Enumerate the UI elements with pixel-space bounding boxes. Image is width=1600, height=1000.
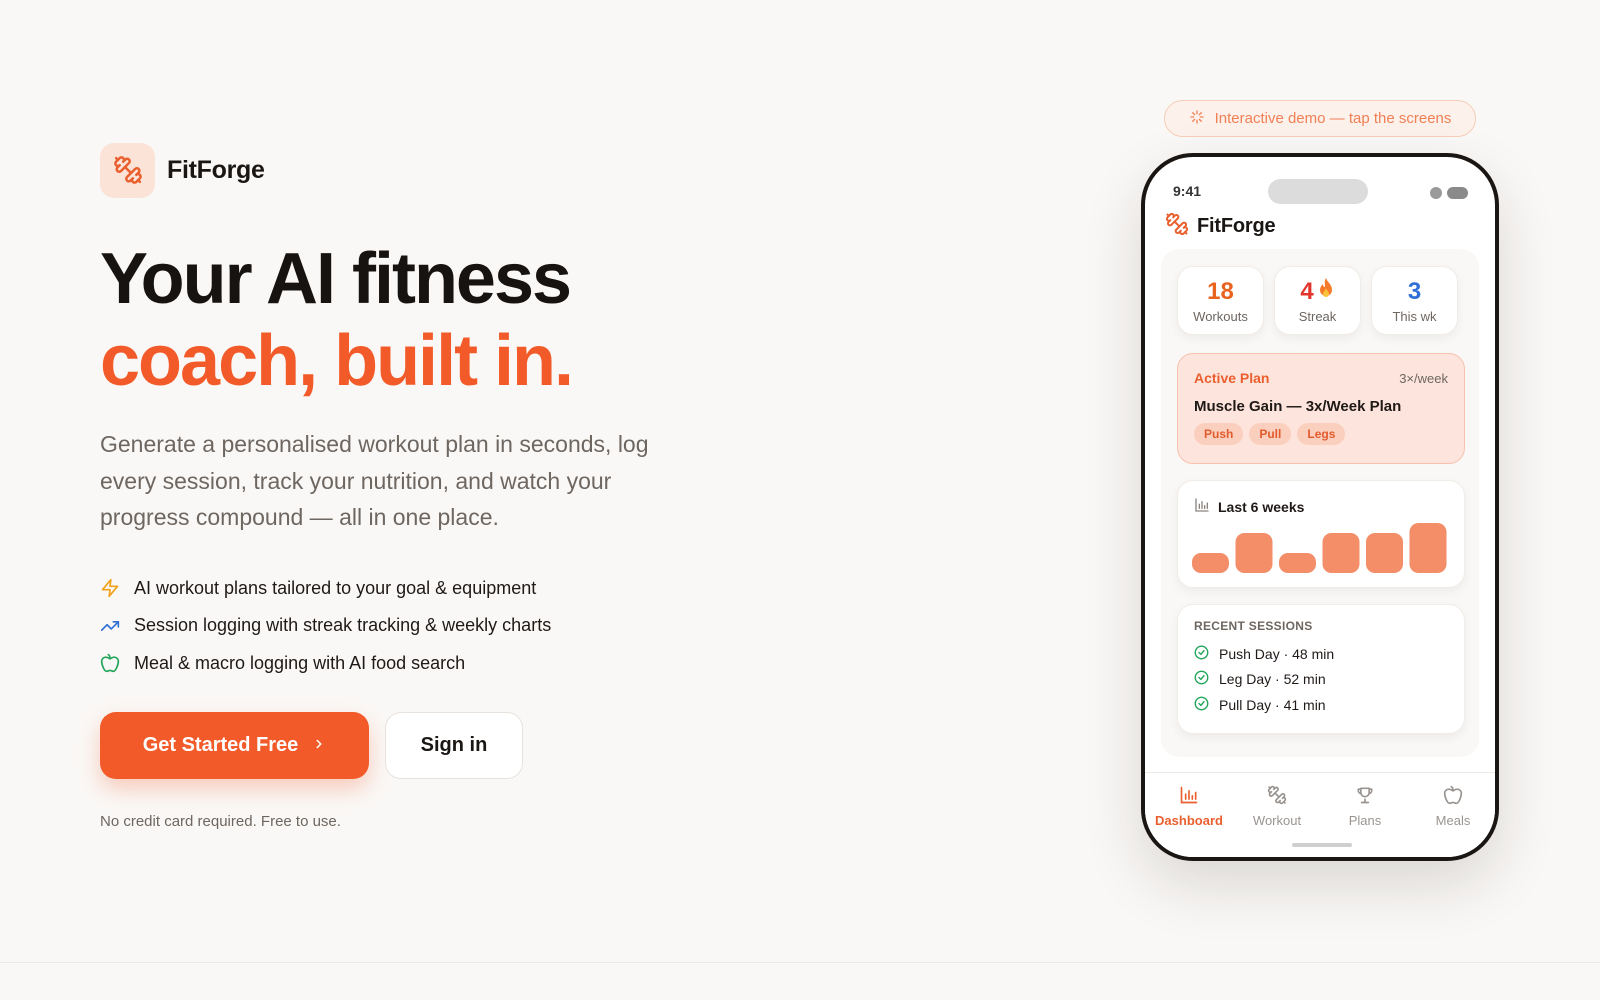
feature-text: AI workout plans tailored to your goal &… [134,577,537,598]
battery-icon [1447,187,1468,199]
active-plan-card[interactable]: Active Plan 3×/week Muscle Gain — 3x/Wee… [1177,353,1465,464]
hero-headline: Your AI fitness coach, built in. [100,238,660,402]
cta-group: Get Started Free Sign in [100,712,660,779]
chip-legs: Legs [1297,423,1346,445]
weekly-bars [1192,523,1447,573]
week-bar [1235,533,1273,573]
demo-pill-text: Interactive demo — tap the screens [1214,110,1452,127]
status-bar: 9:41 [1145,179,1495,205]
week-bar [1322,533,1360,573]
feature-text: Meal & macro logging with AI food search [134,652,466,673]
stat-label: Streak [1298,309,1337,324]
hero-section: FitForge Your AI fitness coach, built in… [100,142,660,830]
tab-label: Plans [1348,813,1382,828]
recent-sessions-card: RECENT SESSIONS Push Day · 48 min Leg Da… [1177,604,1465,734]
session-text: Pull Day · 41 min [1219,696,1326,713]
dumbbell-icon [1267,785,1287,808]
dynamic-island [1268,179,1368,204]
home-indicator [1292,843,1352,847]
stat-label: This wk [1392,308,1437,324]
feature-item: Meal & macro logging with AI food search [100,645,660,683]
trending-up-icon [100,616,120,636]
chevron-right-icon [312,734,326,757]
headline-line-2: coach, built in. [100,321,574,401]
recent-sessions-title: RECENT SESSIONS [1194,619,1313,633]
tab-meals[interactable]: Meals [1409,785,1495,828]
brand-name: FitForge [167,155,265,184]
session-item[interactable]: Push Day · 48 min [1194,641,1448,667]
trophy-icon [1355,785,1375,808]
chip-push: Push [1194,423,1244,445]
feature-item: AI workout plans tailored to your goal &… [100,570,660,608]
session-item[interactable]: Leg Day · 52 min [1194,667,1448,693]
interactive-demo-pill: Interactive demo — tap the screens [1164,100,1476,137]
stat-value-wrap: 4 [1300,277,1334,306]
app-header: FitForge [1165,212,1276,241]
sign-in-button[interactable]: Sign in [385,712,523,779]
dumbbell-icon [100,142,155,198]
camera-dot-icon [1430,187,1442,199]
apple-icon [100,653,120,673]
get-started-button[interactable]: Get Started Free [100,712,369,779]
feature-item: Session logging with streak tracking & w… [100,607,660,645]
tab-label: Workout [1252,813,1302,828]
stat-this-week[interactable]: 3 This wk [1371,266,1458,335]
bar-chart-icon [1179,785,1199,808]
get-started-label: Get Started Free [142,734,299,756]
dumbbell-icon [1165,212,1189,241]
tab-label: Dashboard [1155,813,1223,828]
week-bar [1192,553,1229,573]
tab-label: Meals [1435,813,1471,828]
plan-frequency: 3×/week [1399,370,1448,386]
feature-list: AI workout plans tailored to your goal &… [100,570,660,683]
no-credit-card-note: No credit card required. Free to use. [100,813,341,830]
session-text: Leg Day · 52 min [1219,671,1326,688]
status-time: 9:41 [1173,183,1202,199]
plan-chips: Push Pull Legs [1194,423,1448,445]
footer-divider [0,962,1600,963]
sparkle-icon [1189,109,1205,129]
stat-workouts[interactable]: 18 Workouts [1177,266,1264,335]
week-bar [1279,553,1316,573]
check-circle-icon [1194,645,1209,663]
session-text: Push Day · 48 min [1219,645,1335,662]
week-bar [1409,523,1447,573]
apple-icon [1443,785,1463,808]
check-circle-icon [1194,670,1209,688]
check-circle-icon [1194,696,1209,714]
stats-row: 18 Workouts 4 Streak 3 This wk [1177,266,1458,335]
bar-chart-icon [1194,497,1210,516]
app-name: FitForge [1197,215,1276,237]
session-item[interactable]: Pull Day · 41 min [1194,692,1448,718]
plan-title: Muscle Gain — 3x/Week Plan [1194,398,1402,415]
week-bar [1366,533,1403,573]
stat-streak[interactable]: 4 Streak [1274,266,1361,335]
stat-value: 18 [1207,277,1234,305]
phone-mockup: 9:41 FitForge 18 Workouts 4 Streak 3 Thi… [1141,153,1499,861]
tab-workout[interactable]: Workout [1233,785,1321,828]
bottom-tab-bar: Dashboard Workout Plans Meals [1145,772,1495,857]
stat-value: 3 [1407,277,1422,305]
headline-line-1: Your AI fitness [100,239,572,319]
chip-pull: Pull [1249,423,1292,445]
hero-subheadline: Generate a personalised workout plan in … [100,431,649,530]
stat-label: Workouts [1193,308,1248,324]
weekly-chart-card[interactable]: Last 6 weeks [1177,480,1465,588]
active-plan-tag: Active Plan [1194,370,1270,386]
brand[interactable]: FitForge [100,142,660,198]
flame-icon [1317,277,1335,306]
lightning-icon [100,578,120,598]
feature-text: Session logging with streak tracking & w… [134,615,552,636]
chart-title: Last 6 weeks [1218,498,1305,515]
stat-value: 4 [1300,277,1314,305]
tab-dashboard[interactable]: Dashboard [1145,785,1233,828]
tab-plans[interactable]: Plans [1321,785,1409,828]
